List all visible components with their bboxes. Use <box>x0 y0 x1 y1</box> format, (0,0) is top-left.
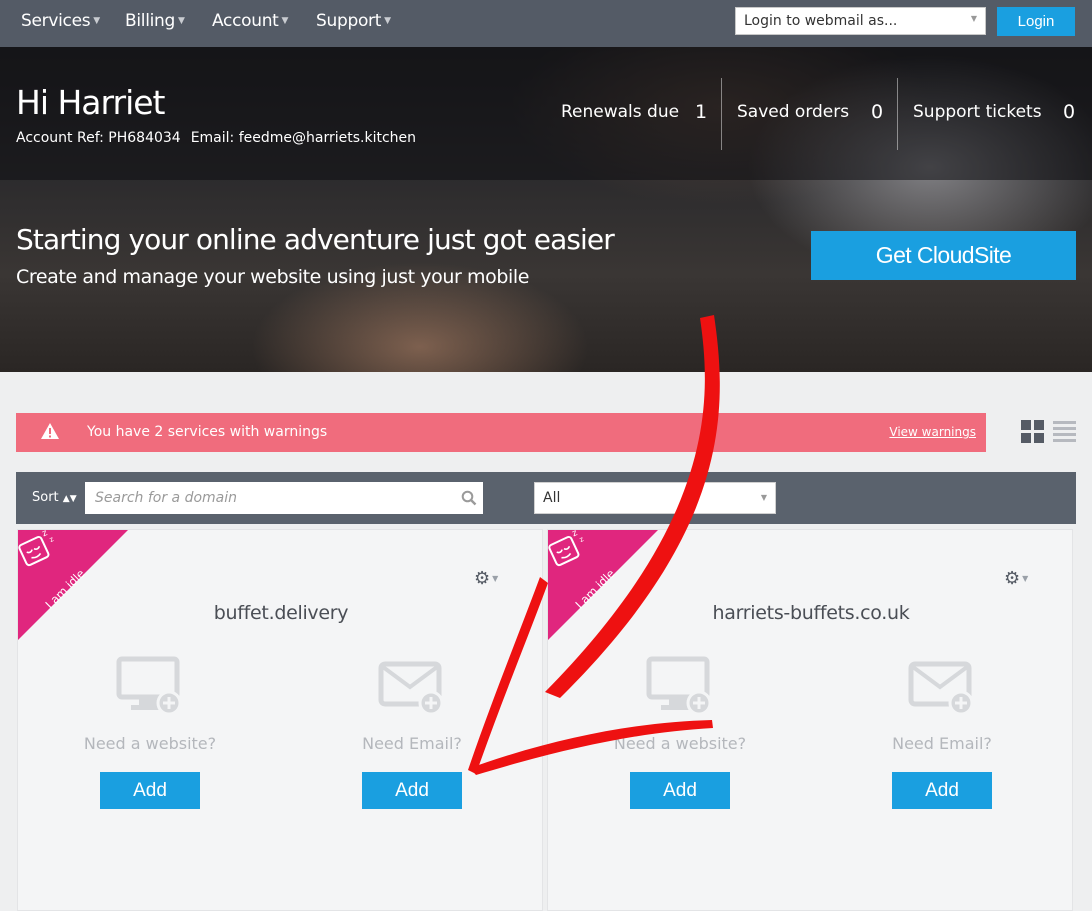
domain-card: z z I am idle ⚙ ▼ buffet.delivery Need a … <box>17 529 543 911</box>
search-box <box>85 482 483 514</box>
sort-label: Sort <box>32 490 59 505</box>
email-add-icon <box>378 661 444 716</box>
hero-banner: Hi Harriet Account Ref: PH684034 Email: f… <box>0 47 1092 372</box>
promo-title: Starting your online adventure just got … <box>16 223 615 256</box>
login-button[interactable]: Login <box>997 7 1075 36</box>
grid-view-icon[interactable] <box>1021 420 1044 443</box>
gear-icon[interactable]: ⚙ ▼ <box>1004 568 1028 589</box>
domain-card: z z I am idle ⚙ ▼ harriets-buffets.co.uk … <box>547 529 1073 911</box>
view-warnings-link[interactable]: View warnings <box>889 425 976 439</box>
chevron-down-icon: ▼ <box>281 16 289 26</box>
stat-label: Renewals due <box>561 102 680 122</box>
nav-billing-label: Billing <box>125 11 176 31</box>
stat-saved-orders[interactable]: Saved orders 0 <box>737 101 887 123</box>
chevron-down-icon: ▼ <box>492 574 499 583</box>
domain-toolbar: Sort ▲▼ All ▼ <box>16 472 1076 524</box>
nav-account[interactable]: Account ▼ <box>212 11 288 31</box>
chevron-down-icon: ▼ <box>1022 574 1029 583</box>
account-email: Email: feedme@harriets.kitchen <box>190 130 417 146</box>
nav-services-label: Services <box>21 11 91 31</box>
website-add-icon <box>116 656 182 716</box>
dropdown-arrow-icon: ▼ <box>970 14 977 23</box>
chevron-down-icon: ▼ <box>93 16 100 26</box>
need-email-label: Need Email? <box>892 734 992 753</box>
stat-renewals-due[interactable]: Renewals due 1 <box>561 101 708 123</box>
warning-banner: You have 2 services with warnings View w… <box>16 413 986 452</box>
domain-name: harriets-buffets.co.uk <box>712 602 910 624</box>
nav-billing[interactable]: Billing ▼ <box>125 11 185 31</box>
stat-value: 0 <box>1063 101 1076 123</box>
chevron-down-icon: ▼ <box>384 16 391 26</box>
top-navigation: Services ▼ Billing ▼ Account ▼ Support ▼ Log… <box>0 0 1092 47</box>
need-website-label: Need a website? <box>613 734 747 753</box>
nav-support[interactable]: Support ▼ <box>316 11 391 31</box>
sort-arrows-icon: ▲▼ <box>62 494 77 504</box>
nav-support-label: Support <box>316 11 382 31</box>
account-ref: Account Ref: PH684034 <box>16 130 181 146</box>
website-add-icon <box>646 656 712 716</box>
search-icon[interactable] <box>461 490 477 506</box>
add-email-button[interactable]: Add <box>362 772 462 809</box>
stat-value: 0 <box>871 101 884 123</box>
need-website-label: Need a website? <box>83 734 217 753</box>
promo-subtitle: Create and manage your website using jus… <box>16 266 530 288</box>
filter-select-value: All <box>543 490 561 506</box>
filter-select[interactable]: All ▼ <box>534 482 776 514</box>
stat-value: 1 <box>695 101 708 123</box>
chevron-down-icon: ▼ <box>178 16 185 26</box>
divider <box>897 78 898 150</box>
stat-label: Support tickets <box>913 102 1042 122</box>
dropdown-arrow-icon: ▼ <box>760 493 767 502</box>
greeting-heading: Hi Harriet <box>16 83 165 122</box>
stat-label: Saved orders <box>737 102 850 122</box>
svg-text:z: z <box>578 535 585 544</box>
stat-support-tickets[interactable]: Support tickets 0 <box>913 101 1083 123</box>
divider <box>721 78 722 150</box>
list-view-icon[interactable] <box>1053 420 1076 443</box>
svg-text:z: z <box>48 535 55 544</box>
get-cloudsite-button[interactable]: Get CloudSite <box>811 231 1076 280</box>
search-input[interactable] <box>85 482 483 514</box>
sort-button[interactable]: Sort ▲▼ <box>32 490 77 505</box>
nav-account-label: Account <box>212 11 279 31</box>
gear-icon[interactable]: ⚙ ▼ <box>474 568 498 589</box>
webmail-select[interactable]: Login to webmail as... ▼ <box>735 7 986 35</box>
warning-text: You have 2 services with warnings <box>87 424 328 440</box>
webmail-select-placeholder: Login to webmail as... <box>744 13 898 29</box>
add-email-button[interactable]: Add <box>892 772 992 809</box>
add-website-button[interactable]: Add <box>630 772 730 809</box>
add-website-button[interactable]: Add <box>100 772 200 809</box>
need-email-label: Need Email? <box>362 734 462 753</box>
warning-icon <box>41 423 59 439</box>
domain-name: buffet.delivery <box>213 602 349 624</box>
email-add-icon <box>908 661 974 716</box>
account-info: Account Ref: PH684034 Email: feedme@harri… <box>16 130 426 146</box>
nav-services[interactable]: Services ▼ <box>21 11 100 31</box>
